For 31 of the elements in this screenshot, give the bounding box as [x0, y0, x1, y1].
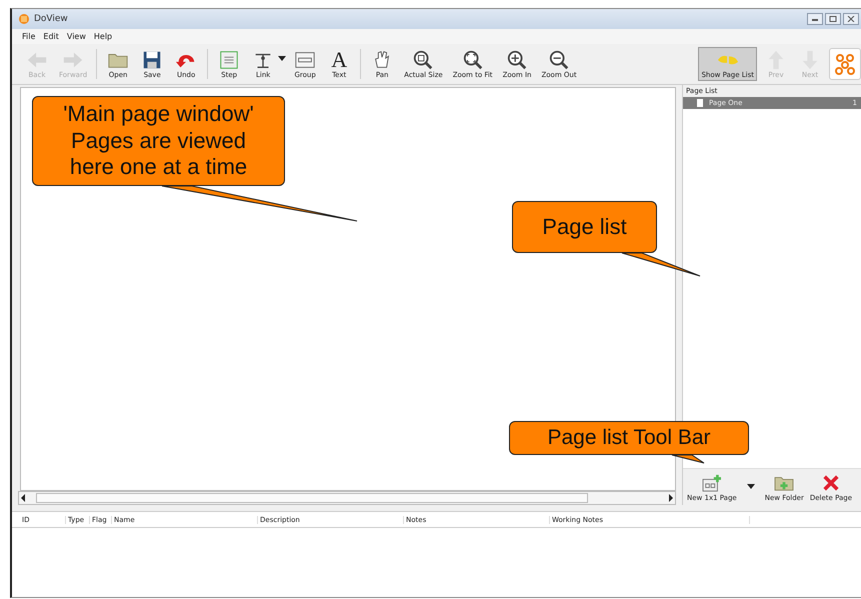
scroll-left-icon: [19, 493, 27, 503]
caret-icon[interactable]: [746, 484, 755, 490]
new-page-icon: [700, 474, 723, 492]
save-icon: [141, 49, 164, 71]
magnifier-icon: [412, 49, 434, 71]
logo-button[interactable]: [829, 48, 861, 80]
magnifier-icon: [462, 49, 484, 71]
window-title: DoView: [34, 14, 68, 24]
group-box-icon: [294, 49, 316, 71]
step-box-icon: [218, 49, 240, 71]
page-icon: [697, 99, 703, 107]
menu-item[interactable]: Help: [94, 32, 112, 41]
menu-item[interactable]: View: [66, 32, 86, 41]
caret-icon[interactable]: [278, 56, 286, 62]
callout-pointer: [672, 454, 704, 464]
zoom-out-icon: [548, 49, 570, 71]
new-folder-icon: [773, 474, 796, 492]
scroll-right-icon: [667, 493, 675, 503]
app-icon: [18, 13, 30, 25]
logo-icon: [833, 52, 857, 76]
close-icon: [846, 16, 856, 22]
text-icon: A: [331, 49, 348, 71]
close-button[interactable]: [843, 13, 859, 25]
maximize-button[interactable]: [825, 13, 841, 25]
zoom-in-icon: [506, 49, 528, 71]
minimize-icon: [810, 16, 820, 22]
horizontal-scrollbar[interactable]: [18, 491, 676, 505]
minimize-button[interactable]: [807, 13, 823, 25]
maximize-icon: [828, 16, 838, 22]
menu-item[interactable]: Edit: [43, 32, 59, 41]
menu-item[interactable]: File: [22, 32, 36, 41]
